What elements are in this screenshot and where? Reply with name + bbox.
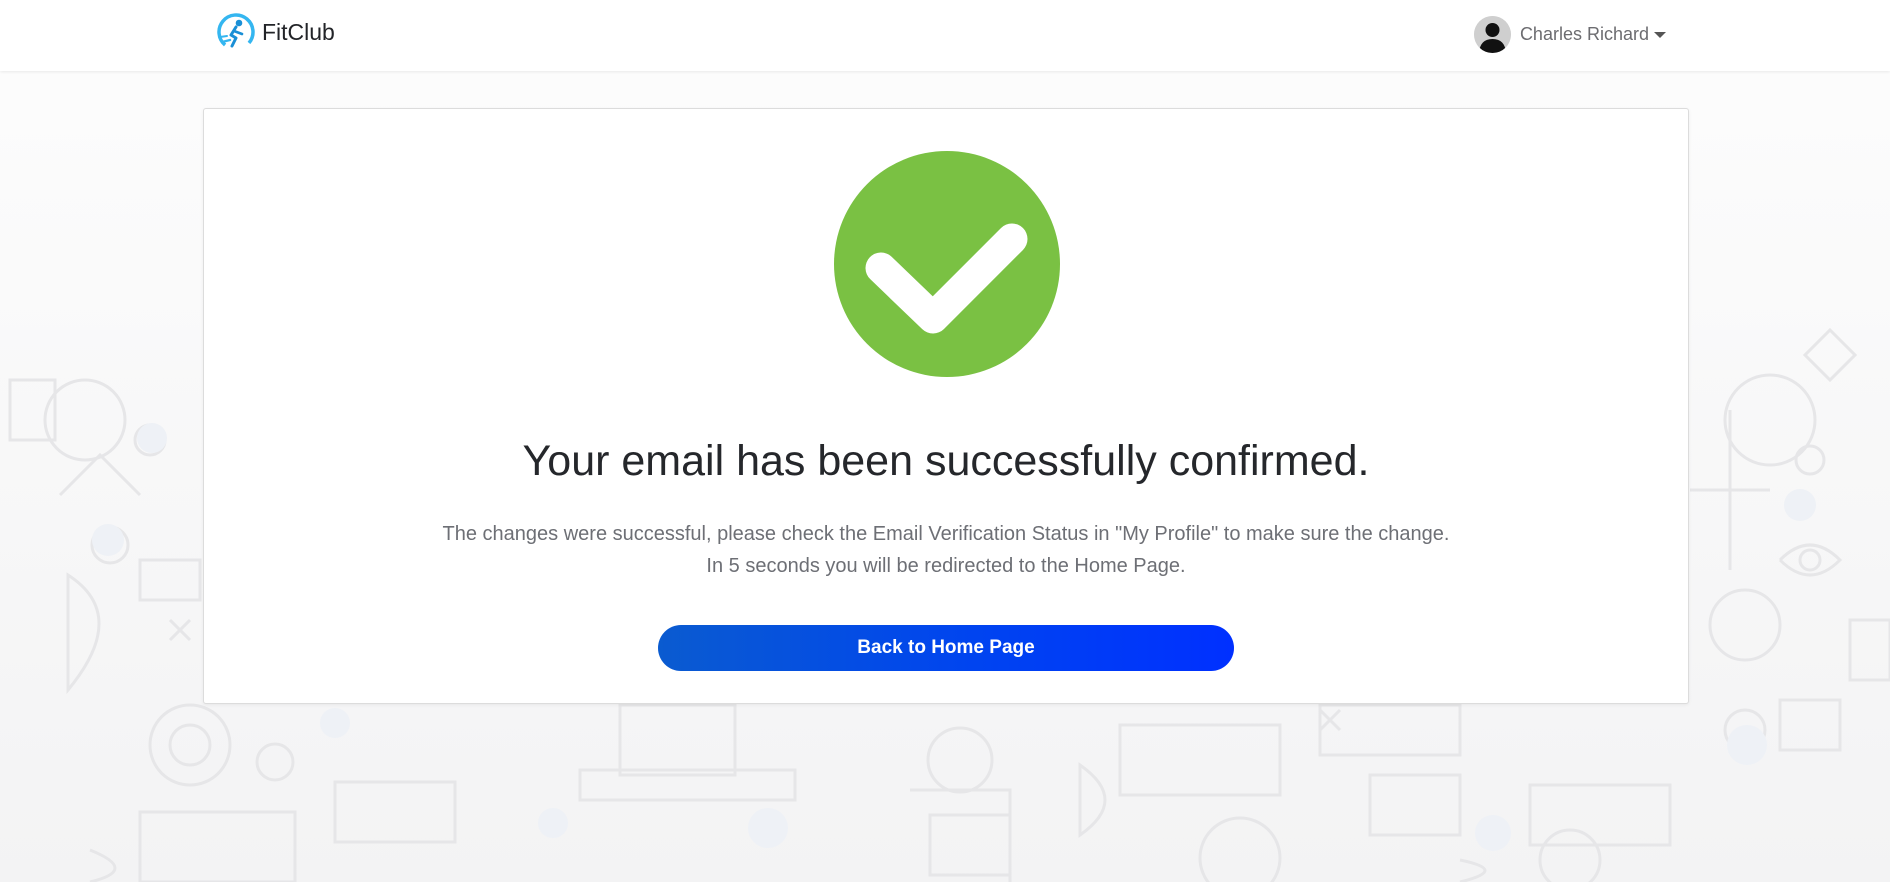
- top-navbar: FitClub Charles Richard: [0, 0, 1890, 71]
- page: FitClub Charles Richard Your email has b…: [0, 0, 1890, 882]
- brand-name: FitClub: [262, 18, 335, 45]
- avatar-icon: [1473, 15, 1511, 53]
- user-name: Charles Richard: [1519, 23, 1649, 44]
- back-to-home-button[interactable]: Back to Home Page: [658, 625, 1234, 671]
- message-line-2: In 5 seconds you will be redirected to t…: [706, 555, 1186, 577]
- message-line-1: The changes were successful, please chec…: [442, 523, 1450, 545]
- caret-down-icon: [1654, 31, 1666, 38]
- confirmation-headline: Your email has been successfully confirm…: [522, 437, 1370, 485]
- check-circle-icon: [834, 151, 1060, 377]
- brand-link[interactable]: FitClub: [216, 12, 335, 52]
- user-menu-dropdown[interactable]: Charles Richard: [1473, 15, 1666, 53]
- confirmation-card: Your email has been successfully confirm…: [203, 108, 1689, 704]
- fitclub-logo-icon: [216, 12, 256, 52]
- confirmation-message: The changes were successful, please chec…: [204, 518, 1688, 582]
